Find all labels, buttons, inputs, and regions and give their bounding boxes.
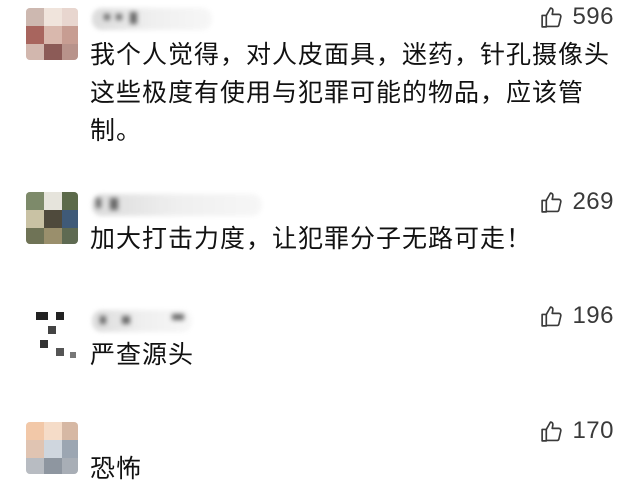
thumbs-up-icon [539,419,564,444]
comment-text: 我个人觉得，对人皮面具，迷药，针孔摄像头这些极度有使用与犯罪可能的物品，应该管制… [90,40,611,145]
avatar[interactable] [26,308,78,360]
like-button[interactable]: 170 [539,416,614,446]
like-count: 269 [572,188,614,215]
comment-text: 加大打击力度，让犯罪分子无路可走！ [90,224,533,253]
like-count: 596 [572,3,614,30]
username-blurred[interactable] [92,194,262,216]
like-button[interactable]: 269 [539,187,614,217]
avatar[interactable] [26,422,78,474]
like-count: 170 [572,417,614,444]
username-blurred[interactable] [92,310,192,332]
comment-text: 严查源头 [90,340,195,369]
comment-list: 596 我个人觉得，对人皮面具，迷药，针孔摄像头这些极度有使用与犯罪可能的物品，… [0,0,640,484]
thumbs-up-icon [539,304,564,329]
comment-text: 恐怖 [90,454,143,483]
thumbs-up-icon [539,5,564,30]
thumbs-up-icon [539,190,564,215]
avatar[interactable] [26,8,78,60]
username-blurred[interactable] [92,8,212,30]
avatar[interactable] [26,192,78,244]
like-button[interactable]: 196 [539,301,614,331]
like-button[interactable]: 596 [539,2,614,32]
like-count: 196 [572,302,614,329]
